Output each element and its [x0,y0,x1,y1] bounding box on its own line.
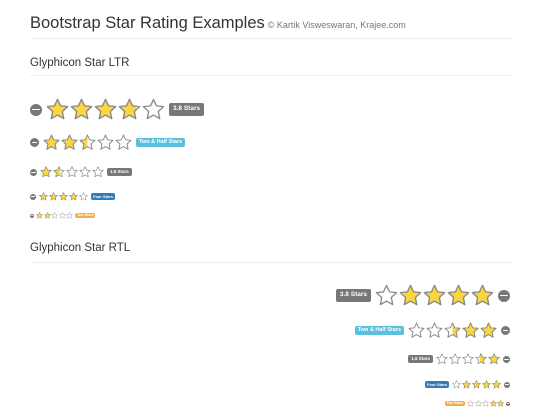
star-icon[interactable] [444,322,461,339]
star-icon[interactable] [39,192,48,201]
star-icon[interactable] [462,322,479,339]
rating-ltr-sm[interactable]: Four Stars [30,192,116,201]
stars-group[interactable] [39,192,88,201]
clear-rating-icon[interactable] [30,138,39,147]
clear-rating-icon[interactable] [504,381,510,388]
star-icon[interactable] [482,400,489,407]
section-title-rtl: Glyphicon Star RTL [30,242,131,254]
star-icon[interactable] [94,98,117,121]
star-icon[interactable] [61,134,78,151]
star-icon[interactable] [452,380,461,389]
rating-rtl-md[interactable]: 1.6 Stars [408,353,510,365]
page-credit: © Kartik Visweswaran, Krajee.com [267,20,406,30]
rating-ltr-xl[interactable]: 3.8 Stars [30,98,205,121]
star-icon[interactable] [53,166,65,178]
star-icon[interactable] [447,284,470,307]
star-icon[interactable] [43,134,60,151]
rating-caption-badge: 1.6 Stars [107,168,132,176]
star-icon[interactable] [423,284,446,307]
star-icon[interactable] [471,284,494,307]
rating-rtl-xl[interactable]: 3.8 Stars [335,284,510,307]
star-icon[interactable] [497,400,504,407]
star-icon[interactable] [115,134,132,151]
star-icon[interactable] [492,380,501,389]
rating-rtl-lg[interactable]: Two & Half Stars [354,322,510,339]
star-icon[interactable] [462,353,474,365]
rating-caption-badge: Two Stars [444,401,465,406]
title-divider [30,38,512,39]
star-icon[interactable] [488,353,500,365]
star-icon[interactable] [467,400,474,407]
star-icon[interactable] [46,98,69,121]
rtl-divider [30,262,512,263]
clear-rating-icon[interactable] [30,103,42,116]
star-icon[interactable] [59,192,68,201]
rating-rtl-sm[interactable]: Four Stars [424,380,510,389]
star-icon[interactable] [142,98,165,121]
star-icon[interactable] [426,322,443,339]
rating-caption-badge: Four Stars [91,192,116,201]
star-icon[interactable] [49,192,58,201]
rating-caption-badge: 1.6 Stars [408,355,433,363]
star-icon[interactable] [51,212,58,219]
star-icon[interactable] [43,212,51,219]
rating-caption-badge: 3.8 Stars [335,289,371,302]
clear-rating-icon[interactable] [30,168,37,176]
star-icon[interactable] [66,212,73,219]
star-icon[interactable] [475,353,487,365]
section-title-ltr: Glyphicon Star LTR [30,57,130,69]
star-icon[interactable] [482,380,491,389]
star-icon[interactable] [79,134,96,151]
star-icon[interactable] [69,192,78,201]
star-icon[interactable] [480,322,497,339]
star-icon[interactable] [375,284,398,307]
stars-group[interactable] [452,380,501,389]
ltr-divider [30,75,512,76]
clear-rating-icon[interactable] [501,326,510,335]
star-icon[interactable] [472,380,481,389]
stars-group[interactable] [40,166,104,178]
rating-caption-badge: Two & Half Stars [136,137,186,148]
stars-group[interactable] [43,134,132,151]
star-icon[interactable] [58,212,66,219]
rating-caption-badge: Two & Half Stars [354,325,404,336]
rating-ltr-lg[interactable]: Two & Half Stars [30,134,186,151]
stars-group[interactable] [408,322,497,339]
star-icon[interactable] [436,353,448,365]
star-icon[interactable] [66,166,78,178]
stars-group[interactable] [467,400,504,407]
stars-group[interactable] [375,284,494,307]
star-icon[interactable] [97,134,114,151]
star-icon[interactable] [399,284,422,307]
clear-rating-icon[interactable] [503,355,510,363]
stars-group[interactable] [46,98,165,121]
star-icon[interactable] [474,400,482,407]
clear-rating-icon[interactable] [30,193,36,200]
star-icon[interactable] [79,192,88,201]
star-icon[interactable] [462,380,471,389]
rating-caption-badge: Four Stars [424,380,449,389]
page-title: Bootstrap Star Rating Examples © Kartik V… [30,14,406,33]
rating-ltr-md[interactable]: 1.6 Stars [30,166,132,178]
stars-group[interactable] [436,353,500,365]
star-icon[interactable] [118,98,141,121]
rating-ltr-xs[interactable]: Two Stars [30,212,96,219]
rating-caption-badge: 3.8 Stars [169,103,205,116]
page-title-text: Bootstrap Star Rating Examples [30,14,265,32]
star-icon[interactable] [92,166,104,178]
star-icon[interactable] [79,166,91,178]
star-icon[interactable] [70,98,93,121]
rating-rtl-xs[interactable]: Two Stars [444,400,510,407]
stars-group[interactable] [36,212,73,219]
clear-rating-icon[interactable] [30,213,34,218]
star-icon[interactable] [449,353,461,365]
star-icon[interactable] [408,322,425,339]
star-icon[interactable] [489,400,497,407]
star-icon[interactable] [40,166,52,178]
star-icon[interactable] [36,212,43,219]
clear-rating-icon[interactable] [498,289,510,302]
rating-caption-badge: Two Stars [75,213,96,218]
